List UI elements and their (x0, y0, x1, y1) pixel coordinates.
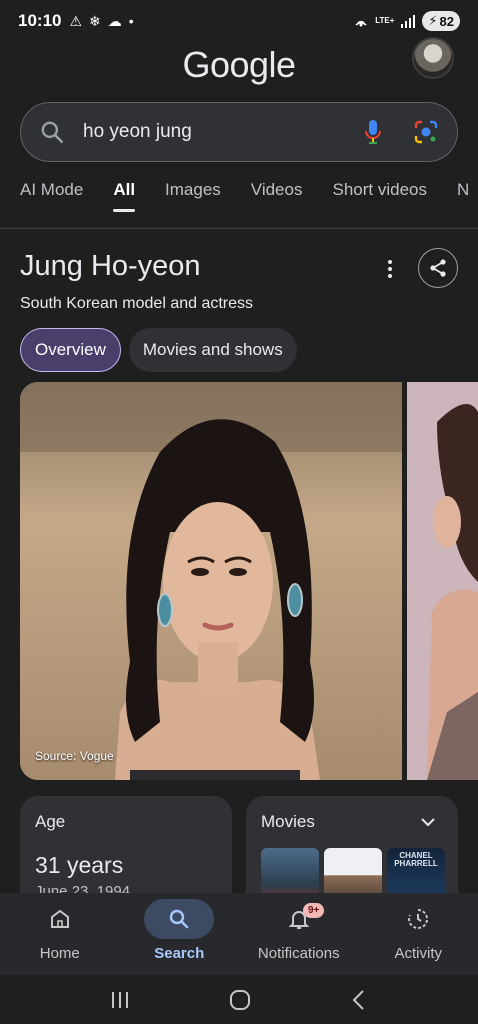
home-button-icon[interactable] (228, 988, 252, 1012)
movies-label: Movies (261, 812, 315, 831)
snowflake-icon: ❄ (89, 12, 101, 29)
panel-chips: Overview Movies and shows (20, 328, 297, 372)
entity-subtitle: South Korean model and actress (20, 295, 254, 312)
status-time: 10:10 (18, 11, 62, 30)
account-avatar[interactable] (412, 37, 454, 79)
chip-overview[interactable]: Overview (20, 328, 121, 372)
battery-indicator: ⚡ 82 (422, 11, 460, 31)
tabs-divider (0, 228, 478, 229)
warning-icon: ⚠ (69, 12, 83, 29)
share-button[interactable] (418, 248, 458, 288)
activity-icon (408, 908, 429, 929)
nav-search[interactable]: Search (120, 893, 240, 975)
hotspot-icon (355, 20, 367, 27)
search-bar[interactable] (20, 102, 458, 162)
search-icon (41, 121, 64, 144)
recent-apps-icon[interactable] (109, 990, 131, 1010)
search-icon (170, 909, 189, 929)
bottom-navigation: Home Search 9+ Notifications Activity (0, 893, 478, 975)
tab-short-videos[interactable]: Short videos (332, 180, 427, 212)
portrait-illustration (20, 382, 402, 780)
nav-notifications[interactable]: 9+ Notifications (239, 893, 359, 975)
chevron-down-icon[interactable] (420, 814, 436, 830)
entity-main-image[interactable]: Source: Vogue (20, 382, 402, 780)
google-lens-icon[interactable] (413, 119, 439, 145)
search-input[interactable] (83, 121, 361, 143)
chip-movies-and-shows[interactable]: Movies and shows (128, 328, 297, 372)
back-icon[interactable] (349, 989, 369, 1011)
share-icon (430, 259, 446, 277)
google-logo[interactable]: Google (0, 44, 478, 86)
tab-ai-mode[interactable]: AI Mode (20, 180, 83, 212)
network-type: LTE+ (375, 16, 395, 25)
tab-images[interactable]: Images (165, 180, 221, 212)
microphone-icon[interactable] (361, 118, 385, 146)
tab-videos[interactable]: Videos (251, 180, 303, 212)
system-navigation-bar (0, 975, 478, 1024)
battery-level: 82 (439, 13, 454, 29)
signal-icon (401, 15, 416, 28)
nav-home-label: Home (39, 945, 80, 962)
nav-notifications-label: Notifications (257, 945, 340, 962)
entity-secondary-image[interactable] (407, 382, 478, 780)
nav-search-label: Search (154, 945, 205, 962)
tab-all[interactable]: All (113, 180, 135, 212)
search-tabs: AI Mode All Images Videos Short videos N (20, 180, 469, 212)
tab-news-partial[interactable]: N (457, 180, 469, 212)
movie-thumbnail-text: CHANEL PHARRELL (394, 851, 438, 868)
nav-activity[interactable]: Activity (359, 893, 478, 975)
notification-badge: 9+ (303, 903, 325, 918)
cloud-icon: ☁ (107, 12, 122, 29)
nav-activity-label: Activity (394, 945, 442, 962)
more-options-icon[interactable] (380, 256, 400, 282)
age-label: Age (35, 812, 66, 831)
image-source: Source: Vogue (35, 749, 114, 763)
home-icon (50, 909, 69, 928)
status-bar: 10:10 ⚠ ❄ ☁ • LTE+ ⚡ 82 (0, 0, 478, 42)
secondary-portrait-illustration (407, 382, 478, 780)
nav-home[interactable]: Home (0, 893, 120, 975)
battery-icon: ⚡ (428, 13, 438, 28)
age-value: 31 years (35, 852, 124, 878)
entity-title: Jung Ho-yeon (20, 250, 201, 282)
dot-icon: • (128, 13, 134, 29)
